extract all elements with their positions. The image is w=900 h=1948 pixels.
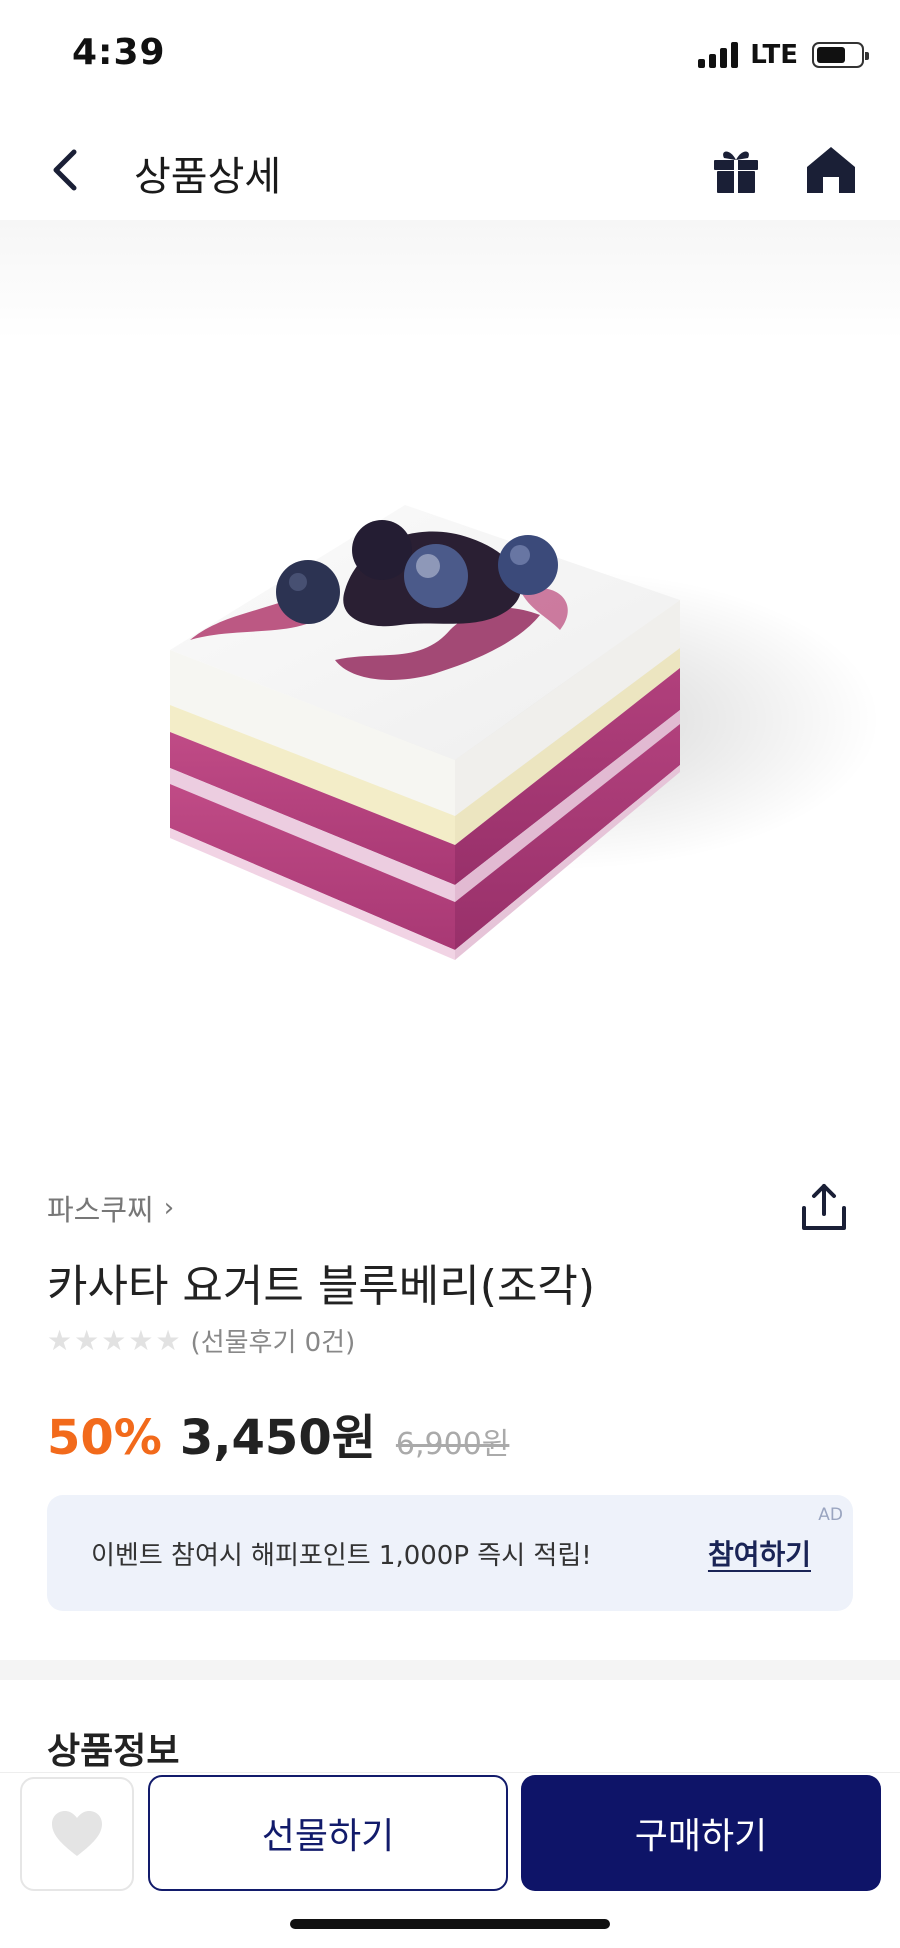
star-icon: ★ [101,1323,127,1357]
rating-row[interactable]: ★ ★ ★ ★ ★ (선물후기 0건) [47,1322,355,1359]
sale-price: 3,450원 [179,1410,376,1466]
review-count: (선물후기 0건) [190,1328,356,1358]
star-rating: ★ ★ ★ ★ ★ [47,1323,181,1357]
product-name: 카사타 요거트 블루베리(조각) [47,1261,596,1312]
buy-button[interactable]: 구매하기 [521,1775,881,1891]
home-button[interactable] [803,142,859,198]
share-icon [802,1184,846,1230]
battery-icon [812,42,869,68]
wishlist-button[interactable] [20,1777,134,1891]
star-icon: ★ [155,1323,181,1357]
home-icon [807,147,855,193]
heart-icon [52,1811,102,1856]
signal-icon [698,42,739,68]
price-row: 50% 3,450원 6,900원 [47,1398,509,1468]
home-indicator [290,1919,610,1929]
event-text: 이벤트 참여시 해피포인트 1,000P 즉시 적립! [91,1541,592,1571]
cake-illustration [170,505,880,960]
status-indicators: LTE [698,40,869,70]
share-button[interactable] [796,1180,852,1236]
brand-link[interactable]: 파스쿠찌 › [47,1187,174,1229]
product-info-heading: 상품정보 [47,1731,180,1772]
status-bar: 4:39 LTE [0,0,900,110]
status-time: 4:39 [72,32,166,73]
product-image [0,220,900,1120]
event-join-link[interactable]: 참여하기 [708,1533,811,1573]
original-price: 6,900원 [395,1427,510,1462]
discount-rate: 50% [47,1410,162,1466]
section-divider [0,1660,900,1680]
star-icon: ★ [47,1323,73,1357]
app-header: 상품상세 [0,130,900,210]
brand-name: 파스쿠찌 [47,1193,154,1227]
back-button[interactable] [44,146,92,194]
gift-box-icon [714,151,758,193]
star-icon: ★ [74,1323,100,1357]
event-banner[interactable]: AD 이벤트 참여시 해피포인트 1,000P 즉시 적립! 참여하기 [47,1495,853,1611]
star-icon: ★ [128,1323,154,1357]
gift-box-button[interactable] [708,142,764,198]
chevron-left-icon [53,149,77,191]
bottom-action-bar: 선물하기 구매하기 [0,1772,900,1948]
page-title: 상품상세 [134,154,282,200]
gift-button[interactable]: 선물하기 [148,1775,508,1891]
chevron-right-icon: › [163,1193,175,1223]
network-label: LTE [750,40,798,70]
ad-badge: AD [818,1505,843,1525]
